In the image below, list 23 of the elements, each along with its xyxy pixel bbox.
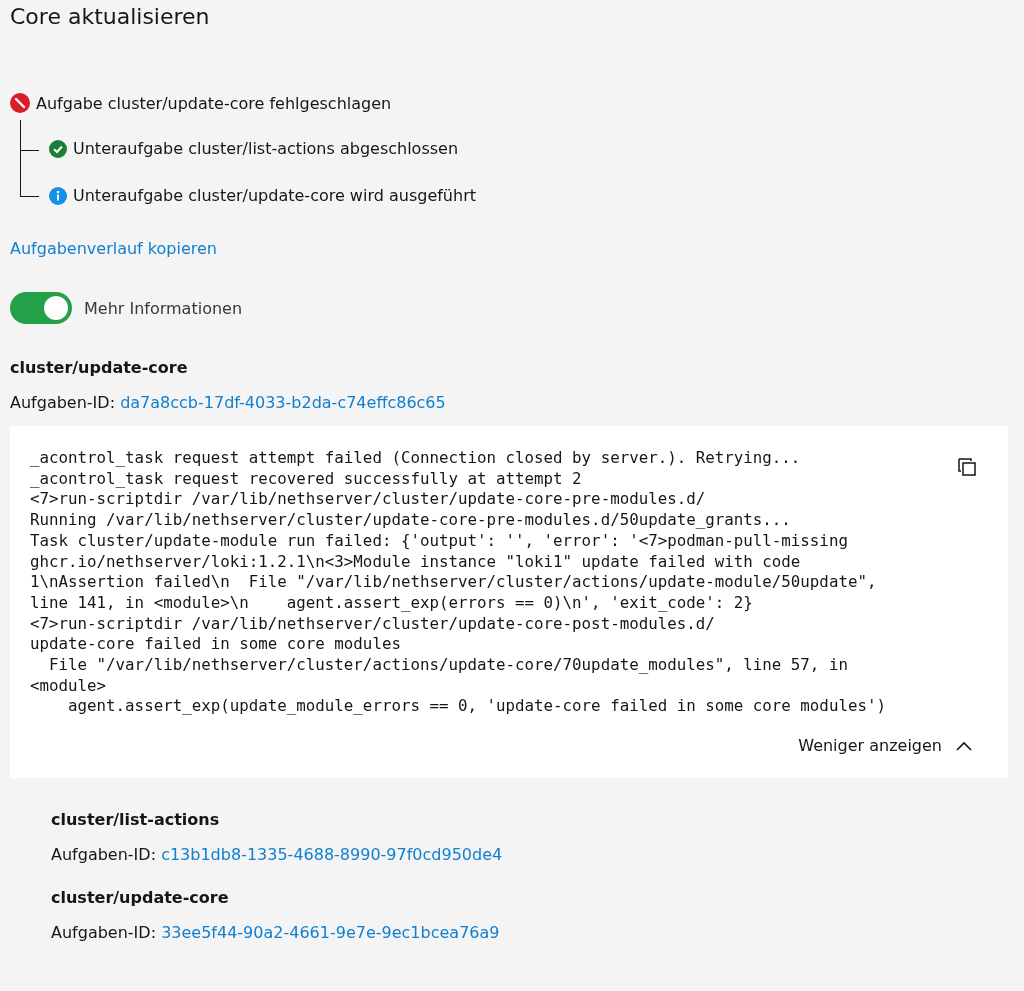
task-name: cluster/update-core <box>10 358 189 377</box>
task-id-label: Aufgaben-ID: <box>10 393 116 412</box>
blocked-icon <box>10 93 30 113</box>
task-id-label: Aufgaben-ID: <box>51 845 157 865</box>
subtask-status: Unteraufgabe cluster/list-actions abgeschlossen <box>73 139 459 158</box>
copy-history-link[interactable]: Aufgabenverlauf kopieren <box>10 239 217 258</box>
task-id-link[interactable]: 33ee5f44-90a2-4661-9e7e-9ec1bcea76a9 <box>161 923 500 943</box>
page-title: Core aktualisieren <box>10 4 211 29</box>
toggle-switch[interactable] <box>10 292 72 324</box>
task-id-label: Aufgaben-ID: <box>51 923 157 943</box>
task-name: cluster/list-actions <box>51 810 221 830</box>
task-status: Aufgabe cluster/update-core fehlgeschlagen <box>36 93 392 113</box>
subtask-status: Unteraufgabe cluster/update-core wird ausgeführt <box>73 186 476 205</box>
copy-icon[interactable] <box>956 456 978 478</box>
log-text: _acontrol_task request attempt failed (Connection closed by server.). Retrying... _acontrol_task request recovered successfully at attempt 2 <7>run-scriptdir /var/lib/nethserver/cluster/update-core-pre-modules.d/ Running /var/lib/nethserver/cluster/update-core-pre-modules.d/50update_grants... Task cluster/update-module run failed: {'output': '', 'error': '<7>podman-pull-missing ghcr.io/nethserver/loki:1.2.1\n<3>Module instance "loki1" update failed with code 1\nAssertion failed\n File "/var/lib/nethserver/cluster/actions/update-module/50update", line 141, in <module>\n agent.assert_exp(errors == 0)\n', 'exit_code': 2} <7>run-scriptdir /var/lib/nethserver/cluster/update-core-post-modules.d/ update-core failed in some core modules File "/var/lib/nethserver/cluster/actions/update-core/70update_modules", line 57, in <module> agent.assert_exp(update_module_errors == 0, 'update-core failed in some core modules') <box>30 448 886 718</box>
info-icon <box>49 186 67 205</box>
task-id-link[interactable]: c13b1db8-1335-4688-8990-97f0cd950de4 <box>161 845 503 865</box>
task-id-link[interactable]: da7a8ccb-17df-4033-b2da-c74effc86c65 <box>120 393 446 412</box>
checkmark-icon <box>49 139 67 158</box>
show-less-button[interactable]: Weniger anzeigen <box>792 735 978 757</box>
task-name: cluster/update-core <box>51 888 230 908</box>
chevron-up-icon <box>956 740 972 751</box>
toggle-label: Mehr Informationen <box>84 298 243 318</box>
